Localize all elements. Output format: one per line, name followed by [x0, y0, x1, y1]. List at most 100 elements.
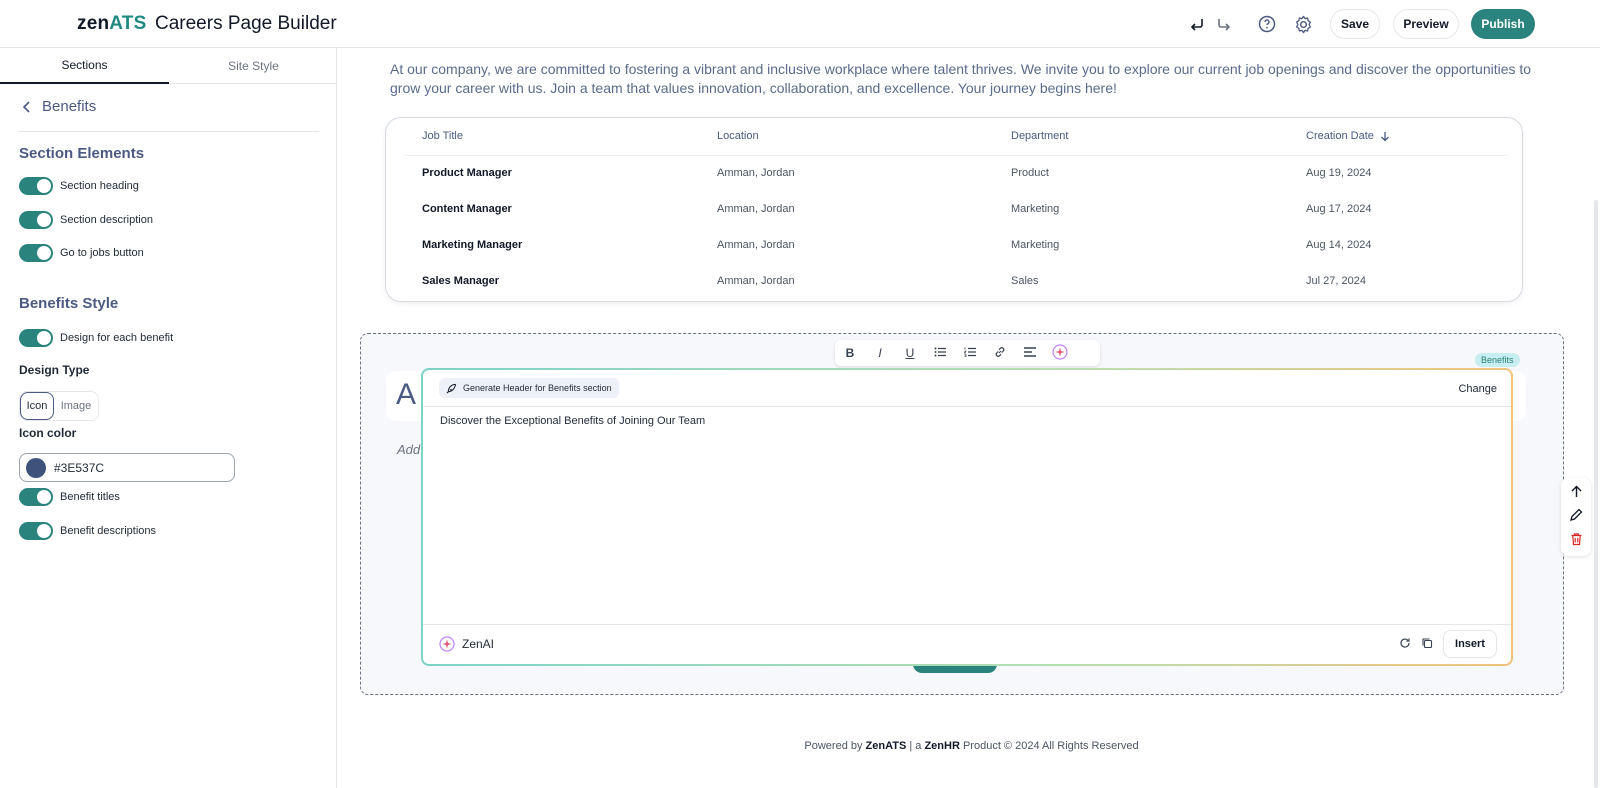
edit-icon[interactable] [1569, 508, 1583, 525]
bullet-list-icon[interactable] [925, 346, 955, 360]
department-cell: Product [1011, 167, 1049, 179]
toggle-switch[interactable] [19, 522, 53, 540]
location-cell: Amman, Jordan [717, 275, 795, 287]
toggle-label: Benefit descriptions [60, 525, 156, 537]
toggle-label: Section description [60, 214, 153, 226]
toggle-benefit-descriptions[interactable]: Benefit descriptions [19, 522, 156, 540]
sidebar-tabs: Sections Site Style [0, 48, 337, 84]
table-row[interactable]: Content Manager Amman, Jordan Marketing … [404, 192, 1508, 228]
text-format-toolbar: B I U [835, 340, 1100, 366]
department-cell: Marketing [1011, 203, 1060, 215]
toggle-label: Benefit titles [60, 491, 120, 503]
table-row[interactable]: Marketing Manager Amman, Jordan Marketin… [404, 228, 1508, 264]
tab-site-style[interactable]: Site Style [169, 48, 338, 84]
page-footer: Powered by ZenATS | a ZenHR Product © 20… [804, 740, 1139, 752]
sort-down-icon [1380, 131, 1389, 141]
undo-icon[interactable] [1186, 13, 1208, 35]
toggle-label: Go to jobs button [60, 247, 144, 259]
icon-color-input[interactable]: #3E537C [19, 453, 235, 482]
tab-sections[interactable]: Sections [0, 48, 169, 84]
preview-button[interactable]: Preview [1393, 9, 1459, 39]
jobs-table-header: Job Title Location Department Creation D… [404, 118, 1508, 156]
toggle-section-description[interactable]: Section description [19, 211, 153, 229]
job-title-cell: Marketing Manager [422, 239, 523, 251]
section-elements-heading: Section Elements [19, 145, 145, 162]
numbered-list-icon[interactable] [955, 346, 985, 360]
underline-button[interactable]: U [895, 346, 925, 360]
canvas-scrollbar[interactable] [1594, 200, 1598, 788]
change-prompt-link[interactable]: Change [1458, 383, 1497, 395]
insert-button[interactable]: Insert [1443, 630, 1497, 658]
zenats-logo: zenATS [77, 13, 147, 34]
toggle-label: Design for each benefit [60, 332, 174, 344]
column-header-sorted[interactable]: Creation Date [1306, 130, 1390, 142]
redo-icon[interactable] [1213, 13, 1235, 35]
delete-icon[interactable] [1570, 532, 1583, 549]
design-type-icon-option[interactable]: Icon [20, 392, 54, 420]
link-icon[interactable] [985, 346, 1015, 361]
zenai-panel-body: Generate Header for Benefits section Cha… [423, 370, 1511, 664]
copy-icon[interactable] [1421, 637, 1433, 652]
column-header[interactable]: Job Title [422, 130, 463, 142]
color-swatch[interactable] [26, 457, 46, 478]
design-type-selector: Icon Image [19, 391, 99, 421]
job-title-cell: Product Manager [422, 167, 512, 179]
toggle-go-to-jobs[interactable]: Go to jobs button [19, 244, 144, 262]
location-cell: Amman, Jordan [717, 167, 795, 179]
save-button[interactable]: Save [1330, 9, 1380, 39]
feather-icon [446, 383, 457, 393]
icon-color-value: #3E537C [54, 460, 105, 475]
app-title: Careers Page Builder [155, 13, 337, 34]
section-description-peek: Add [397, 442, 421, 457]
section-heading-peek: A [396, 378, 417, 411]
gear-icon[interactable] [1292, 13, 1314, 35]
ai-generated-text[interactable]: Discover the Exceptional Benefits of Joi… [440, 415, 705, 427]
settings-sidebar: Sections Site Style Benefits Section Ele… [0, 48, 337, 788]
zenai-panel: Generate Header for Benefits section Cha… [421, 368, 1513, 666]
jobs-table: Job Title Location Department Creation D… [385, 117, 1523, 302]
top-bar: zenATS Careers Page Builder Save Preview… [0, 0, 1600, 48]
toggle-label: Section heading [60, 180, 139, 192]
design-type-label: Design Type [19, 363, 90, 377]
department-cell: Sales [1011, 275, 1039, 287]
date-cell: Aug 14, 2024 [1306, 239, 1372, 251]
ai-actions: Insert [1399, 630, 1497, 658]
toggle-switch[interactable] [19, 211, 53, 229]
column-header[interactable]: Location [717, 130, 759, 142]
regenerate-icon[interactable] [1399, 637, 1411, 652]
publish-button[interactable]: Publish [1471, 9, 1535, 39]
move-up-icon[interactable] [1570, 485, 1583, 501]
section-side-actions [1561, 478, 1591, 556]
toggle-switch[interactable] [19, 244, 53, 262]
toggle-switch[interactable] [19, 329, 53, 347]
department-cell: Marketing [1011, 239, 1060, 251]
column-header[interactable]: Department [1011, 130, 1068, 142]
bold-button[interactable]: B [835, 346, 865, 360]
divider [19, 131, 319, 132]
align-icon[interactable] [1015, 346, 1045, 360]
toggle-switch[interactable] [19, 488, 53, 506]
back-to-sections[interactable]: Benefits [22, 98, 96, 115]
job-title-cell: Sales Manager [422, 275, 500, 287]
toggle-switch[interactable] [19, 177, 53, 195]
toggle-section-heading[interactable]: Section heading [19, 177, 139, 195]
date-cell: Aug 19, 2024 [1306, 167, 1372, 179]
location-cell: Amman, Jordan [717, 239, 795, 251]
location-cell: Amman, Jordan [717, 203, 795, 215]
benefits-style-heading: Benefits Style [19, 295, 119, 312]
toggle-benefit-titles[interactable]: Benefit titles [19, 488, 120, 506]
date-cell: Aug 17, 2024 [1306, 203, 1372, 215]
icon-color-label: Icon color [19, 426, 77, 440]
chevron-left-icon [22, 100, 30, 113]
date-cell: Jul 27, 2024 [1306, 275, 1366, 287]
back-label: Benefits [42, 98, 97, 115]
zenai-sparkle-icon[interactable] [1045, 343, 1075, 363]
ai-prompt-chip: Generate Header for Benefits section [439, 378, 619, 398]
zenai-sparkle-icon [439, 636, 455, 652]
italic-button[interactable]: I [865, 346, 895, 360]
help-icon[interactable] [1256, 13, 1278, 35]
table-row[interactable]: Product Manager Amman, Jordan Product Au… [404, 156, 1508, 192]
table-row[interactable]: Sales Manager Amman, Jordan Sales Jul 27… [404, 264, 1508, 300]
toggle-design-each-benefit[interactable]: Design for each benefit [19, 329, 173, 347]
design-type-image-option[interactable]: Image [54, 392, 98, 420]
